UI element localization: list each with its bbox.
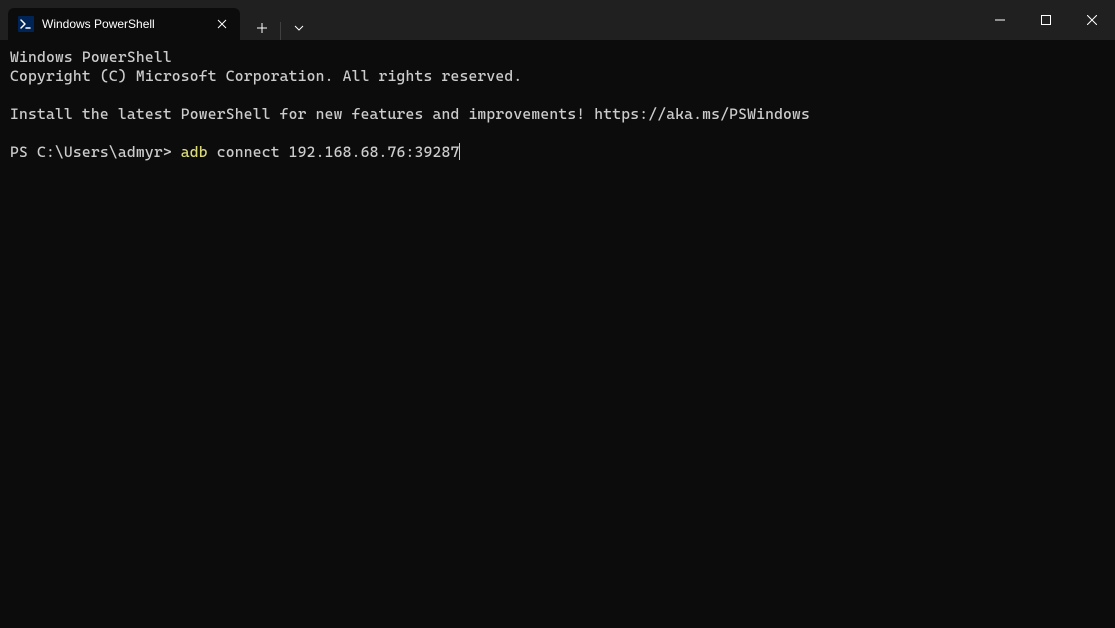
- tab-title: Windows PowerShell: [42, 17, 206, 31]
- tab-close-button[interactable]: [214, 16, 230, 32]
- terminal-content[interactable]: Windows PowerShell Copyright (C) Microso…: [0, 40, 1115, 628]
- terminal-line: Install the latest PowerShell for new fe…: [10, 105, 810, 123]
- tab-powershell[interactable]: Windows PowerShell: [8, 8, 240, 40]
- command-rest: connect 192.168.68.76:39287: [208, 143, 460, 161]
- tab-actions: [240, 8, 317, 40]
- tab-dropdown-button[interactable]: [281, 12, 317, 44]
- new-tab-button[interactable]: [244, 12, 280, 44]
- terminal-line: Windows PowerShell: [10, 48, 172, 66]
- prompt-line: PS C:\Users\admyr> adb connect 192.168.6…: [10, 143, 460, 161]
- prompt: PS C:\Users\admyr>: [10, 143, 181, 161]
- maximize-button[interactable]: [1023, 0, 1069, 40]
- minimize-button[interactable]: [977, 0, 1023, 40]
- cursor: [459, 143, 460, 160]
- command-highlight: adb: [181, 143, 208, 161]
- close-button[interactable]: [1069, 0, 1115, 40]
- title-bar: Windows PowerShell: [0, 0, 1115, 40]
- tabs-area: Windows PowerShell: [0, 0, 317, 40]
- window-controls: [977, 0, 1115, 40]
- terminal-line: Copyright (C) Microsoft Corporation. All…: [10, 67, 522, 85]
- powershell-icon: [18, 16, 34, 32]
